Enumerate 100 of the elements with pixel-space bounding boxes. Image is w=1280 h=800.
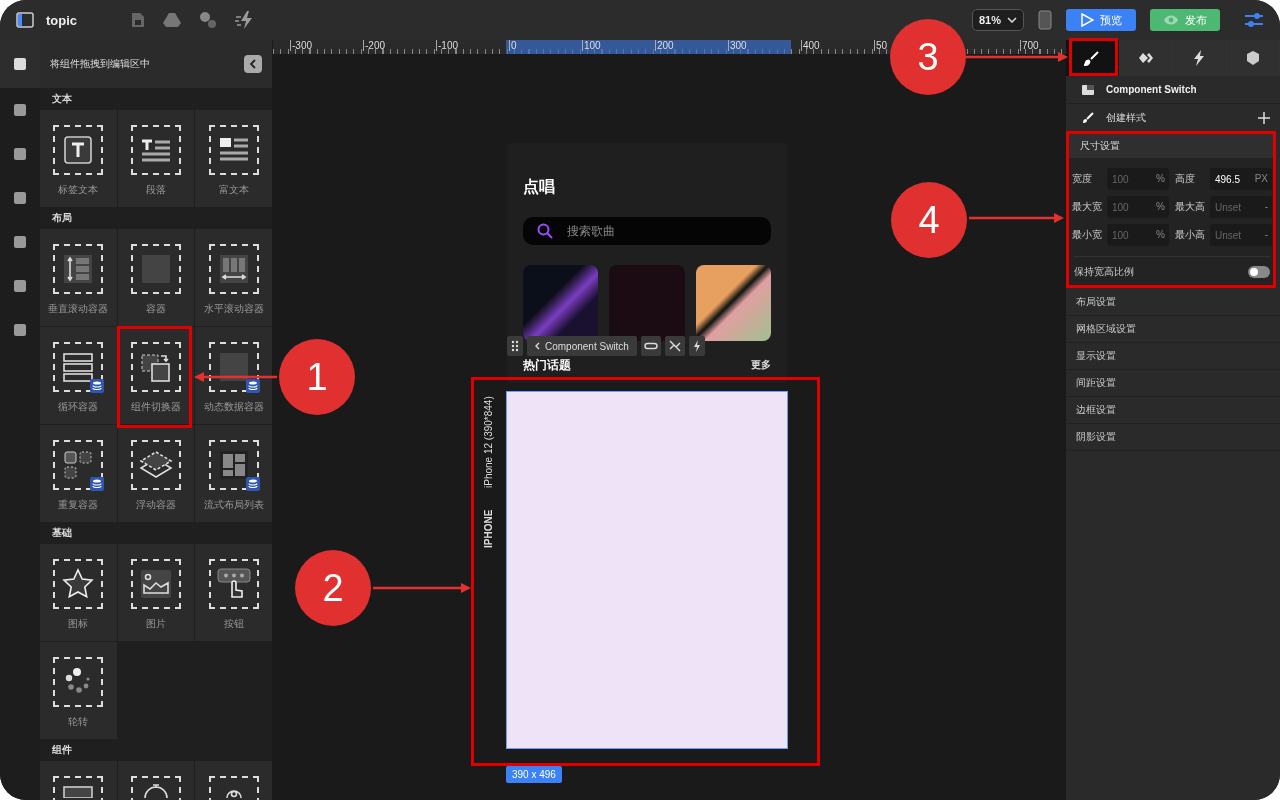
panel-title: 将组件拖拽到编辑区中	[50, 57, 150, 71]
unit-label: -	[1264, 229, 1268, 240]
section-header: 基础	[40, 522, 272, 544]
component-tile[interactable]: 水平滚动容器	[195, 229, 272, 326]
ruler-label: 300	[728, 40, 747, 51]
database-icon	[245, 379, 260, 393]
highlight-frame	[1069, 38, 1118, 76]
image-icon	[140, 569, 172, 599]
ruler-label: 200	[655, 40, 674, 51]
tile-label: 水平滚动容器	[203, 302, 264, 316]
component-tile[interactable]: 循环容器	[40, 327, 117, 424]
section-header: 组件	[40, 739, 272, 761]
tile-label: 轮转	[68, 715, 89, 729]
masonry-icon	[218, 450, 249, 480]
container-icon	[141, 254, 171, 284]
ruler-label: 400	[801, 40, 820, 51]
unlink-icon[interactable]	[664, 336, 685, 356]
panel-tab[interactable]	[1119, 40, 1173, 76]
tile-label: 组件切换器	[131, 400, 181, 414]
box-icon	[1244, 50, 1261, 66]
ruler-label: 0	[509, 40, 517, 51]
unit-label: PX	[1254, 173, 1268, 184]
field-label: 高度	[1175, 172, 1196, 186]
switch-icon	[140, 351, 172, 383]
chevron-left-icon	[535, 342, 540, 350]
panel-tab[interactable]	[1226, 40, 1280, 76]
component-tile[interactable]: 浮动容器	[117, 425, 195, 522]
sidebar-toggle-icon[interactable]	[16, 12, 34, 28]
horizontal-scroll-icon	[218, 254, 249, 284]
component-tile[interactable]: 流式布局列表	[195, 425, 272, 522]
phone-icon[interactable]	[1038, 10, 1052, 30]
section-header[interactable]: 布局设置	[1066, 289, 1280, 316]
component-tile[interactable]: 图片	[117, 544, 195, 641]
more-link[interactable]: 更多	[751, 358, 771, 372]
component-tile[interactable]: 轮转	[40, 642, 117, 739]
tile-label: 按钮	[223, 617, 244, 631]
component-tile[interactable]: 图标	[40, 544, 117, 641]
search-field[interactable]: 搜索歌曲	[523, 217, 771, 245]
create-style-label: 创建样式	[1106, 110, 1147, 125]
eye-icon	[1163, 14, 1179, 26]
database-icon	[245, 477, 260, 491]
section-title: 热门话题	[523, 358, 571, 372]
tile-label: 循环容器	[58, 400, 99, 414]
field-label: 最小宽	[1072, 228, 1103, 242]
link-icon[interactable]	[640, 336, 661, 356]
component-tile[interactable]: 垂直滚动容器	[40, 229, 117, 326]
ruler-label: 100	[582, 40, 601, 51]
chevron-down-icon	[1007, 17, 1017, 23]
project-title: topic	[46, 12, 78, 28]
shapes-icon[interactable]	[199, 11, 218, 29]
component-tile[interactable]: 容器	[117, 229, 195, 326]
database-icon	[90, 379, 105, 393]
diamonds-icon	[1137, 50, 1154, 66]
grid-icon	[63, 450, 94, 480]
component-tile[interactable]: 富文本	[195, 110, 272, 207]
collapse-button[interactable]	[244, 55, 262, 73]
tile-label: 段落	[146, 183, 166, 197]
component-tile[interactable]: 按钮	[195, 544, 272, 641]
size-badge: 390 x 496	[506, 766, 562, 783]
component-selector[interactable]: Component Switch	[527, 336, 637, 356]
list-icon	[62, 352, 95, 382]
tap-icon	[216, 567, 251, 601]
section-header[interactable]: 显示设置	[1066, 343, 1280, 370]
component-icon	[1082, 84, 1094, 95]
field-label: 最大宽	[1072, 200, 1103, 214]
database-icon	[90, 477, 105, 491]
document-icon[interactable]	[131, 12, 146, 28]
settings-sliders-icon[interactable]	[1244, 11, 1264, 29]
component-tile[interactable]: 重复容器	[40, 425, 117, 522]
plus-icon[interactable]	[1258, 111, 1270, 124]
ruler-label: -300	[290, 40, 312, 51]
tile-label: 重复容器	[58, 498, 99, 512]
timer-icon	[141, 784, 171, 798]
preview-button[interactable]: 预览	[1066, 9, 1136, 31]
section-header[interactable]: 阴影设置	[1066, 424, 1280, 451]
tile-label: 浮动容器	[136, 498, 176, 512]
field-label: 最大高	[1175, 200, 1206, 214]
ruler-label: -200	[363, 40, 385, 51]
toggle-switch[interactable]	[1248, 266, 1270, 278]
component-tile[interactable]: 标签文本	[40, 110, 117, 207]
star-icon	[62, 568, 95, 600]
ruler-label: 700	[1020, 40, 1039, 51]
zoom-dropdown[interactable]: 81%	[972, 9, 1024, 31]
unit-label: -	[1264, 201, 1268, 212]
tile-label: 流式布局列表	[203, 498, 264, 512]
tile-label: 图标	[68, 617, 89, 631]
section-header[interactable]: 网格区域设置	[1066, 316, 1280, 343]
drag-handle-icon[interactable]	[507, 336, 523, 356]
component-tile[interactable]: 动态数据容器	[195, 327, 272, 424]
triangle-icon[interactable]	[163, 12, 182, 28]
section-header: 布局	[40, 207, 272, 229]
section-header[interactable]: 间距设置	[1066, 370, 1280, 397]
section-header[interactable]: 尺寸设置	[1068, 134, 1276, 158]
section-header: 文本	[40, 88, 272, 110]
unit-label: %	[1156, 229, 1165, 240]
field-label: 宽度	[1072, 172, 1093, 186]
toggle-label: 保持宽高比例	[1074, 265, 1134, 279]
component-tile[interactable]: 段落	[117, 110, 195, 207]
tile-label: 动态数据容器	[203, 400, 264, 414]
section-header[interactable]: 边框设置	[1066, 397, 1280, 424]
